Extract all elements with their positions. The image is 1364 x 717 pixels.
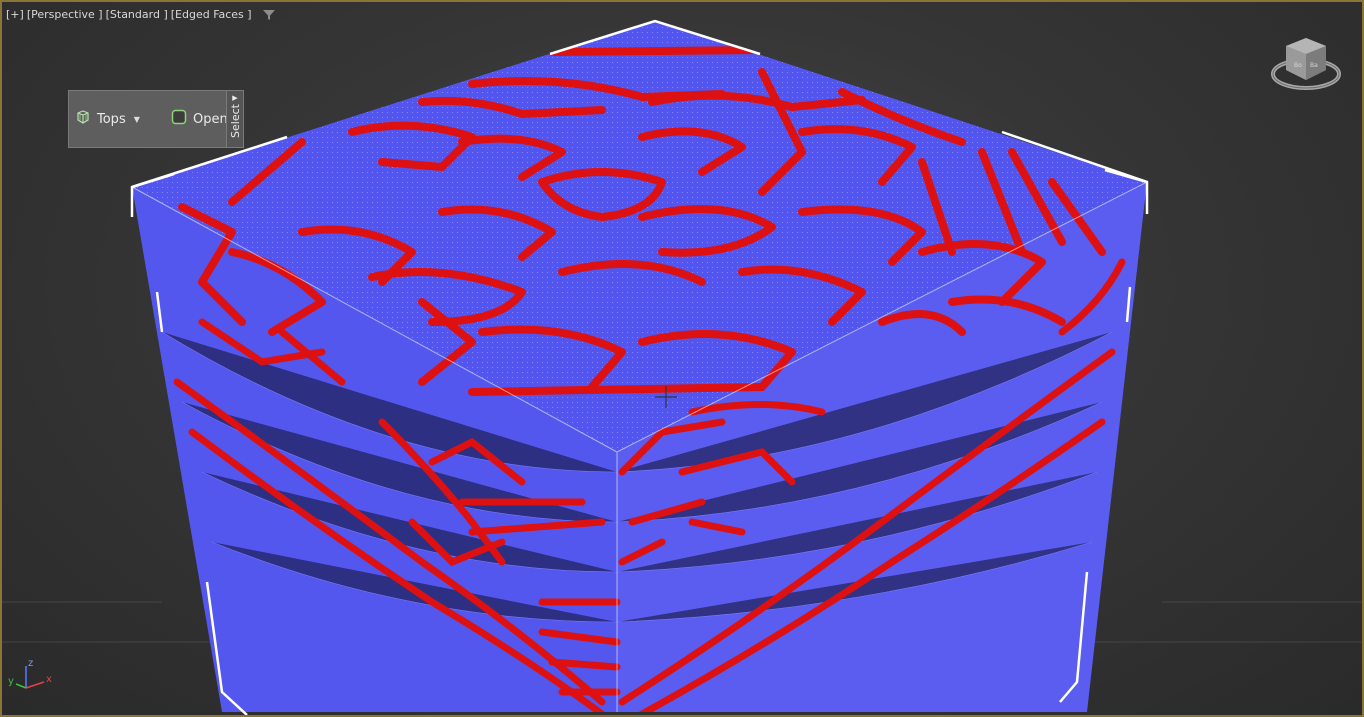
viewcube-icon: Bo Ba — [1271, 38, 1341, 90]
axis-y-label: y — [8, 676, 14, 687]
cube-wireframe-icon — [75, 109, 91, 129]
axis-tripod: x y z — [6, 658, 56, 698]
svg-text:Ba: Ba — [1310, 62, 1318, 69]
select-expander[interactable]: ▶ Select — [226, 91, 243, 147]
open-edge-icon — [171, 109, 187, 129]
modeling-ribbon-panel: Tops ▼ Open ▶ Select — [68, 90, 244, 148]
perspective-viewport[interactable]: [+] [Perspective ] [Standard ] [Edged Fa… — [0, 0, 1364, 717]
axis-z-label: z — [28, 658, 34, 669]
viewport-shading-menu[interactable]: [Standard ] — [106, 8, 168, 21]
axis-x-label: x — [46, 674, 52, 685]
filter-icon[interactable] — [262, 9, 275, 21]
tops-label: Tops — [97, 111, 126, 127]
viewcube[interactable]: Bo Ba — [1270, 34, 1346, 100]
tops-button[interactable]: Tops ▼ — [69, 91, 165, 147]
viewport-pov-menu[interactable]: [Perspective ] — [27, 8, 103, 21]
svg-text:Bo: Bo — [1294, 62, 1302, 69]
expand-arrow-icon: ▶ — [232, 94, 238, 102]
viewport-label: [+] [Perspective ] [Standard ] [Edged Fa… — [6, 8, 275, 21]
open-label: Open — [193, 111, 228, 127]
chevron-down-icon: ▼ — [133, 114, 140, 124]
viewport-display-menu[interactable]: [Edged Faces ] — [171, 8, 252, 21]
viewport-general-menu[interactable]: [+] — [6, 8, 24, 21]
select-label: Select — [228, 104, 242, 138]
